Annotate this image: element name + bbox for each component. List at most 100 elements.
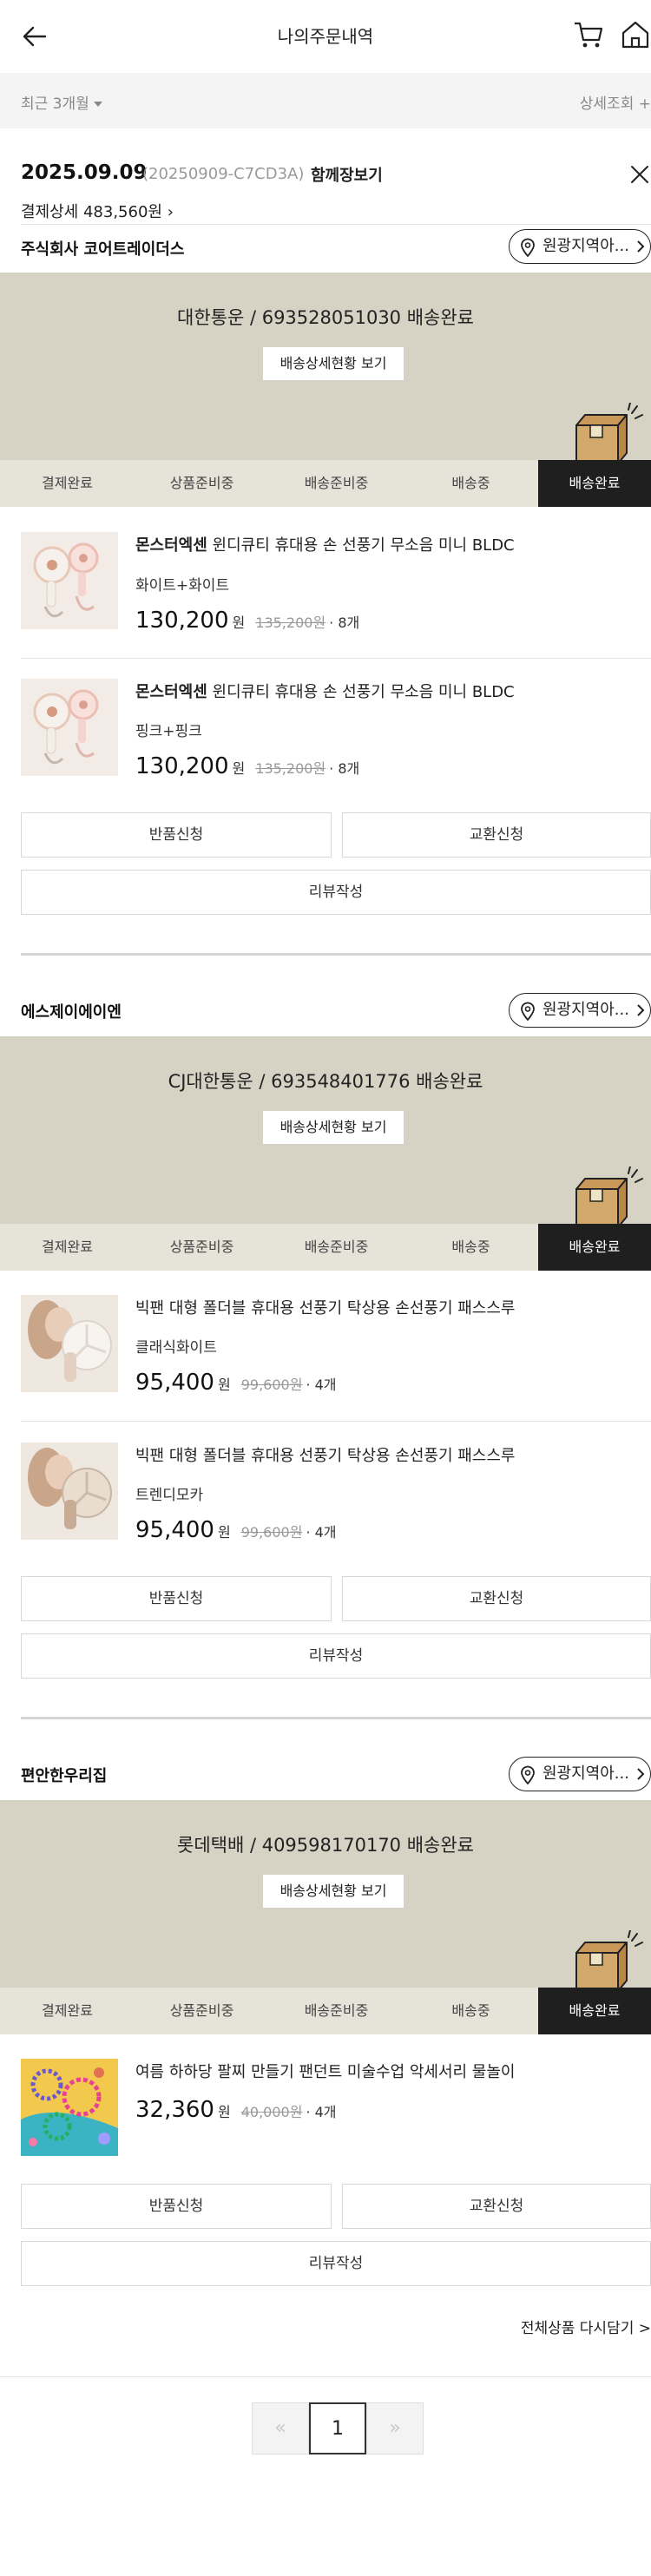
pagination-next-button[interactable]: »: [366, 2402, 424, 2454]
step-payment-complete: 결제완료: [42, 1239, 93, 1255]
product-price-row: 130,200 원 135,200원 · 8개: [135, 608, 359, 634]
product-quantity: · 4개: [306, 1524, 337, 1541]
order-id: (20250909-C7CD3A): [142, 165, 305, 183]
product-image-bigfan-mocha[interactable]: [21, 1442, 118, 1540]
product-price-row: 32,360 원 40,000원 · 4개: [135, 2097, 337, 2123]
period-dropdown[interactable]: 최근 3개월: [21, 91, 102, 113]
delivery-step-bar: 결제완료 상품준비중 배송준비중 배송중 배송완료: [0, 1988, 651, 2034]
location-pin-icon: [521, 1002, 535, 1021]
exchange-request-button[interactable]: 교환신청: [342, 1576, 651, 1621]
shipping-status-banner: CJ대한통운 / 693548401776 배송완료 배송상세현황 보기 결제완…: [0, 1036, 651, 1271]
top-header: 나의주문내역: [0, 0, 651, 73]
step-payment-complete: 결제완료: [42, 475, 93, 491]
product-name[interactable]: 빅팬 대형 폴더블 휴대용 선풍기 탁상용 손선풍기 패스스루: [135, 1296, 516, 1318]
step-payment-complete: 결제완료: [42, 2002, 93, 2019]
product-price: 95,400: [135, 1370, 214, 1396]
caret-down-icon: [93, 102, 102, 107]
product-price: 95,400: [135, 1517, 214, 1543]
write-review-button[interactable]: 리뷰작성: [21, 870, 651, 915]
product-title: 윈디큐티 휴대용 손 선풍기 무소음 미니 BLDC: [207, 536, 515, 555]
product-quantity: · 4개: [306, 2104, 337, 2120]
return-request-button[interactable]: 반품신청: [21, 2184, 332, 2229]
carrier-tracking-text: CJ대한통운 / 693548401776 배송완료: [168, 1071, 483, 1092]
product-image-bigfan-white[interactable]: [21, 1295, 118, 1392]
product-image-fan-white[interactable]: [21, 532, 118, 629]
exchange-request-button[interactable]: 교환신청: [342, 812, 651, 858]
write-review-button[interactable]: 리뷰작성: [21, 2241, 651, 2286]
product-image-fan-pink[interactable]: [21, 679, 118, 776]
product-name[interactable]: 몬스터엑센 윈디큐티 휴대용 손 선풍기 무소음 미니 BLDC: [135, 533, 515, 555]
region-label: 원광지역아...: [542, 1764, 629, 1783]
region-button[interactable]: 원광지역아...: [509, 229, 651, 264]
return-request-button[interactable]: 반품신청: [21, 812, 332, 858]
product-option: 화이트+화이트: [135, 577, 230, 595]
region-button[interactable]: 원광지역아...: [509, 1757, 651, 1791]
return-request-button[interactable]: 반품신청: [21, 1576, 332, 1621]
product-price: 32,360: [135, 2097, 214, 2123]
page-title: 나의주문내역: [277, 26, 374, 47]
step-preparing-shipment: 배송준비중: [304, 2002, 369, 2019]
step-in-transit: 배송중: [451, 2002, 490, 2019]
chevron-right-icon: [637, 1768, 645, 1780]
step-preparing-product: 상품준비중: [169, 1239, 234, 1255]
price-unit: 원: [217, 1377, 231, 1393]
step-delivered: 배송완료: [538, 460, 651, 507]
product-option: 트렌디모카: [135, 1487, 204, 1504]
write-review-button[interactable]: 리뷰작성: [21, 1633, 651, 1679]
carrier-tracking-text: 대한통운 / 693528051030 배송완료: [177, 307, 474, 328]
section-divider: [21, 953, 651, 956]
divider: [21, 224, 651, 225]
filter-bar: 최근 3개월 상세조회 +: [0, 73, 651, 128]
pagination-prev-button[interactable]: «: [252, 2402, 309, 2454]
pagination-current-page[interactable]: 1: [309, 2402, 366, 2454]
detail-search-button[interactable]: 상세조회 +: [580, 91, 651, 113]
product-image-bracelet-kit[interactable]: [21, 2059, 118, 2156]
product-name[interactable]: 빅팬 대형 폴더블 휴대용 선풍기 탁상용 손선풍기 패스스루: [135, 1443, 516, 1466]
price-unit: 원: [232, 614, 246, 631]
chevron-right-icon: ›: [167, 203, 174, 221]
price-unit: 원: [217, 2104, 231, 2120]
delivery-box-icon: [575, 403, 643, 463]
carrier-tracking-text: 롯데택배 / 409598170170 배송완료: [177, 1835, 474, 1856]
original-price: 135,200원: [255, 614, 326, 631]
payment-detail-link[interactable]: 결제상세 483,560원 ›: [21, 200, 174, 222]
cart-icon[interactable]: [573, 19, 604, 50]
product-brand: 몬스터엑센: [135, 683, 207, 701]
payment-detail-label: 결제상세 483,560원: [21, 203, 162, 221]
view-cart-link[interactable]: 함께장보기: [311, 163, 383, 186]
product-name[interactable]: 여름 하하당 팔찌 만들기 팬던트 미술수업 악세서리 물놀이: [135, 2060, 516, 2082]
product-quantity: · 8개: [329, 614, 360, 631]
chevron-right-icon: [637, 1004, 645, 1016]
product-brand: 몬스터엑센: [135, 536, 207, 555]
step-preparing-product: 상품준비중: [169, 2002, 234, 2019]
region-button[interactable]: 원광지역아...: [509, 993, 651, 1028]
product-title: 윈디큐티 휴대용 손 선풍기 무소음 미니 BLDC: [207, 683, 515, 701]
product-price: 130,200: [135, 753, 229, 779]
seller-name: 주식회사 코어트레이더스: [21, 240, 185, 259]
exchange-request-button[interactable]: 교환신청: [342, 2184, 651, 2229]
reorder-all-button[interactable]: 전체상품 다시담기 >: [521, 2316, 651, 2337]
period-label: 최근 3개월: [21, 95, 89, 113]
tracking-detail-button[interactable]: 배송상세현황 보기: [263, 347, 404, 380]
product-quantity: · 4개: [306, 1377, 337, 1393]
tracking-detail-button[interactable]: 배송상세현황 보기: [263, 1111, 404, 1144]
close-icon[interactable]: [630, 165, 649, 184]
home-icon[interactable]: [620, 19, 651, 50]
step-in-transit: 배송중: [451, 475, 490, 491]
location-pin-icon: [521, 238, 535, 257]
divider: [21, 1421, 651, 1422]
step-in-transit: 배송중: [451, 1239, 490, 1255]
product-price-row: 95,400 원 99,600원 · 4개: [135, 1370, 337, 1396]
region-label: 원광지역아...: [542, 1001, 629, 1019]
location-pin-icon: [521, 1765, 535, 1784]
section-divider: [21, 1717, 651, 1719]
delivery-step-bar: 결제완료 상품준비중 배송준비중 배송중 배송완료: [0, 1224, 651, 1271]
product-name[interactable]: 몬스터엑센 윈디큐티 휴대용 손 선풍기 무소음 미니 BLDC: [135, 680, 515, 702]
tracking-detail-button[interactable]: 배송상세현황 보기: [263, 1875, 404, 1908]
chevron-right-icon: [637, 240, 645, 253]
original-price: 99,600원: [240, 1524, 303, 1541]
shipping-status-banner: 롯데택배 / 409598170170 배송완료 배송상세현황 보기 결제완료 …: [0, 1800, 651, 2034]
step-delivered: 배송완료: [538, 1224, 651, 1271]
delivery-step-bar: 결제완료 상품준비중 배송준비중 배송중 배송완료: [0, 460, 651, 507]
product-price: 130,200: [135, 608, 229, 634]
